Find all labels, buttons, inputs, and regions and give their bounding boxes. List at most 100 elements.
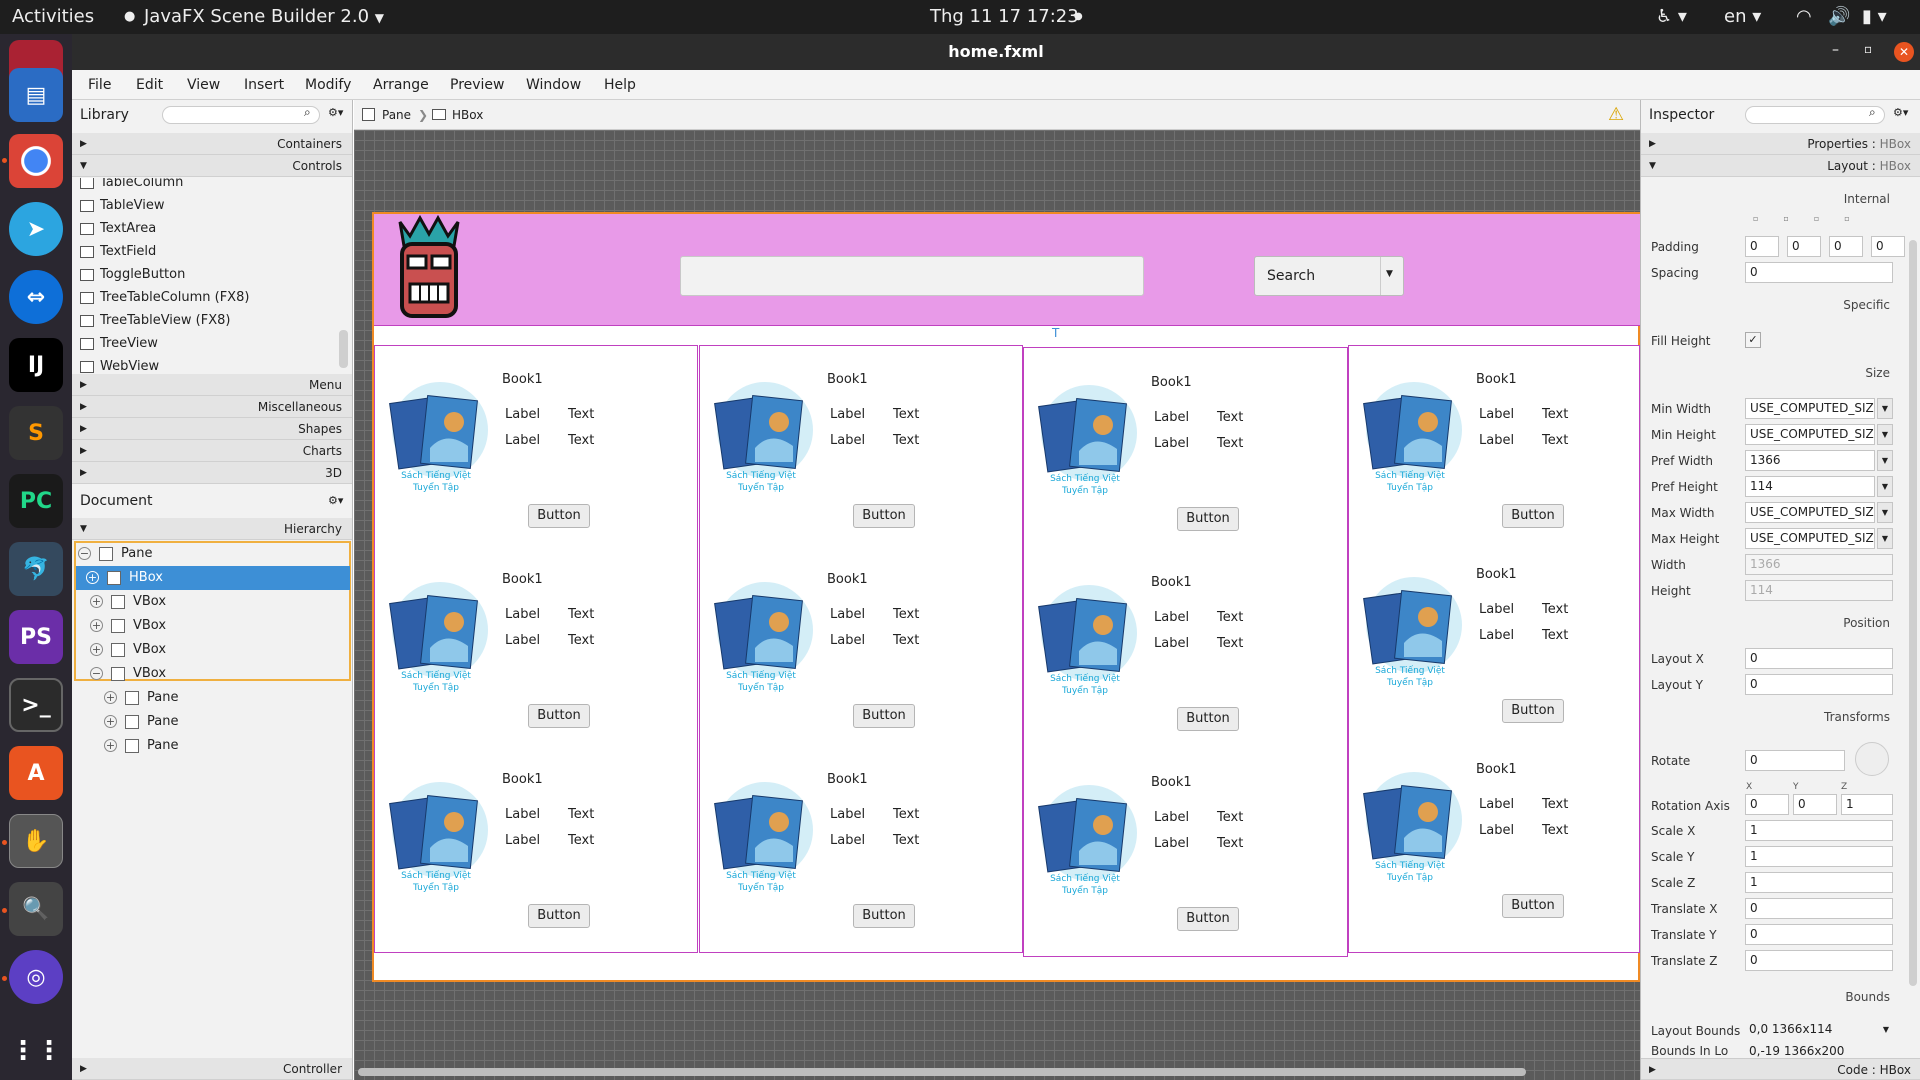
rotation-axis-x-field[interactable]: 0	[1745, 794, 1789, 815]
tree-node-vbox[interactable]: + VBox	[90, 638, 166, 662]
clock[interactable]: Thg 11 17 17:23	[930, 0, 1079, 34]
book-card[interactable]: Sách Tiếng Việt Tuyển Tập Book1 Label Text La…	[1027, 375, 1347, 565]
chevron-down-icon[interactable]: ▼	[1877, 528, 1893, 549]
pref-height-field[interactable]: 114	[1745, 476, 1875, 497]
translate-y-field[interactable]: 0	[1745, 924, 1893, 945]
book-button[interactable]: Button	[1177, 707, 1239, 731]
max-width-field[interactable]: USE_COMPUTED_SIZ	[1745, 502, 1875, 523]
gear-icon[interactable]: ⚙▾	[328, 106, 343, 119]
scale-z-field[interactable]: 1	[1745, 872, 1893, 893]
menu-view[interactable]: View	[187, 70, 220, 100]
search-magnifier-icon[interactable]: 🔍	[9, 882, 63, 936]
chevron-down-icon[interactable]: ▼	[1877, 398, 1893, 419]
close-icon[interactable]: ✕	[1894, 42, 1914, 62]
book-card[interactable]: Sách Tiếng Việt Tuyển Tập Book1 Label Text La…	[703, 772, 1023, 962]
phpstorm-icon[interactable]: PS	[9, 610, 63, 664]
rotate-field[interactable]: 0	[1745, 750, 1845, 771]
telegram-icon[interactable]: ➤	[9, 202, 63, 256]
app-name-menu[interactable]: JavaFX Scene Builder 2.0 ▼	[144, 0, 384, 34]
menu-insert[interactable]: Insert	[244, 70, 284, 100]
tree-node-vbox[interactable]: − VBox	[90, 662, 166, 686]
scene-builder-icon[interactable]: ✋	[9, 814, 63, 868]
book-card[interactable]: Sách Tiếng Việt Tuyển Tập Book1 Label Text La…	[378, 772, 698, 962]
gear-icon[interactable]: ⚙▾	[1893, 106, 1908, 119]
book-card[interactable]: Sách Tiếng Việt Tuyển Tập Book1 Label Text La…	[1352, 372, 1672, 562]
hierarchy-section[interactable]: ▼ Hierarchy	[72, 518, 352, 540]
book-card[interactable]: Sách Tiếng Việt Tuyển Tập Book1 Label Text La…	[1352, 567, 1672, 757]
maximize-icon[interactable]: ▫	[1864, 42, 1872, 56]
book-card[interactable]: Sách Tiếng Việt Tuyển Tập Book1 Label Text La…	[703, 572, 1023, 762]
tree-node-pane[interactable]: + Pane	[104, 710, 178, 734]
bounds-in-local-value[interactable]: 0,-19 1366x200	[1749, 1044, 1844, 1058]
menu-arrange[interactable]: Arrange	[373, 70, 429, 100]
min-width-field[interactable]: USE_COMPUTED_SIZ	[1745, 398, 1875, 419]
rotation-axis-z-field[interactable]: 1	[1841, 794, 1893, 815]
tree-node-vbox[interactable]: + VBox	[90, 590, 166, 614]
tree-node-pane[interactable]: + Pane	[104, 686, 178, 710]
tree-node-hbox-selected[interactable]: + HBox	[76, 566, 350, 590]
pycharm-icon[interactable]: PC	[9, 474, 63, 528]
chevron-down-icon[interactable]: ▼	[1877, 476, 1893, 497]
book-button[interactable]: Button	[1502, 699, 1564, 723]
book-button[interactable]: Button	[1177, 907, 1239, 931]
tree-node-pane[interactable]: + Pane	[104, 734, 178, 758]
controller-section[interactable]: ▶ Controller	[72, 1058, 352, 1080]
book-button[interactable]: Button	[528, 904, 590, 928]
menu-file[interactable]: File	[88, 70, 111, 100]
library-section-3d[interactable]: ▶ 3D	[72, 462, 352, 484]
volume-icon[interactable]: 🔊	[1828, 0, 1850, 34]
breadcrumb-pane[interactable]: Pane	[382, 100, 411, 130]
book-card[interactable]: Sách Tiếng Việt Tuyển Tập Book1 Label Text La…	[1027, 575, 1347, 765]
browser-globe-icon[interactable]: ◎	[9, 950, 63, 1004]
layout-x-field[interactable]: 0	[1745, 648, 1893, 669]
library-search-input[interactable]	[162, 106, 320, 124]
tree-node-pane[interactable]: − Pane	[78, 542, 348, 566]
book-button[interactable]: Button	[1502, 894, 1564, 918]
library-item[interactable]: TreeTableColumn (FX8)	[80, 286, 249, 309]
minimize-icon[interactable]: –	[1832, 42, 1839, 58]
book-button[interactable]: Button	[528, 504, 590, 528]
book-card[interactable]: Sách Tiếng Việt Tuyển Tập Book1 Label Text La…	[703, 372, 1023, 562]
pref-width-field[interactable]: 1366	[1745, 450, 1875, 471]
chevron-down-icon[interactable]: ▼	[1877, 424, 1893, 445]
library-item[interactable]: TextArea	[80, 217, 156, 240]
book-button[interactable]: Button	[528, 704, 590, 728]
padding-right-field[interactable]: 0	[1787, 236, 1821, 257]
menu-modify[interactable]: Modify	[305, 70, 351, 100]
spacing-field[interactable]: 0	[1745, 262, 1893, 283]
library-scrollbar[interactable]	[339, 330, 348, 368]
min-height-field[interactable]: USE_COMPUTED_SIZ	[1745, 424, 1875, 445]
fill-height-checkbox[interactable]: ✓	[1745, 332, 1761, 348]
padding-top-field[interactable]: 0	[1745, 236, 1779, 257]
book-card[interactable]: Sách Tiếng Việt Tuyển Tập Book1 Label Text La…	[378, 372, 698, 562]
translate-z-field[interactable]: 0	[1745, 950, 1893, 971]
menu-help[interactable]: Help	[604, 70, 636, 100]
library-section-charts[interactable]: ▶ Charts	[72, 440, 352, 462]
rotation-axis-y-field[interactable]: 0	[1793, 794, 1837, 815]
library-section-containers[interactable]: ▶ Containers	[72, 133, 352, 155]
library-item[interactable]: WebView	[80, 355, 159, 374]
book-card[interactable]: Sách Tiếng Việt Tuyển Tập Book1 Label Text La…	[378, 572, 698, 762]
search-textfield[interactable]	[680, 256, 1144, 296]
book-button[interactable]: Button	[853, 704, 915, 728]
warning-icon[interactable]: ⚠	[1608, 100, 1624, 130]
chrome-icon[interactable]	[9, 134, 63, 188]
rotate-dial[interactable]	[1855, 742, 1889, 776]
layout-y-field[interactable]: 0	[1745, 674, 1893, 695]
library-item[interactable]: TreeView	[80, 332, 158, 355]
book-button[interactable]: Button	[1502, 504, 1564, 528]
library-item[interactable]: TextField	[80, 240, 156, 263]
teamviewer-icon[interactable]: ⇔	[9, 270, 63, 324]
layout-bounds-value[interactable]: 0,0 1366x114 ▼	[1745, 1020, 1893, 1041]
book-button[interactable]: Button	[853, 504, 915, 528]
gear-icon[interactable]: ⚙▾	[328, 494, 343, 507]
max-height-field[interactable]: USE_COMPUTED_SIZ	[1745, 528, 1875, 549]
translate-x-field[interactable]: 0	[1745, 898, 1893, 919]
search-menu-button[interactable]: Search ▼	[1254, 256, 1404, 296]
book-button[interactable]: Button	[853, 904, 915, 928]
activities-button[interactable]: Activities	[12, 0, 94, 34]
accessibility-icon[interactable]: ♿ ▾	[1656, 0, 1687, 34]
library-item[interactable]: TableColumn	[80, 178, 183, 194]
intellij-icon[interactable]: IJ	[9, 338, 63, 392]
sublime-icon[interactable]: S	[9, 406, 63, 460]
